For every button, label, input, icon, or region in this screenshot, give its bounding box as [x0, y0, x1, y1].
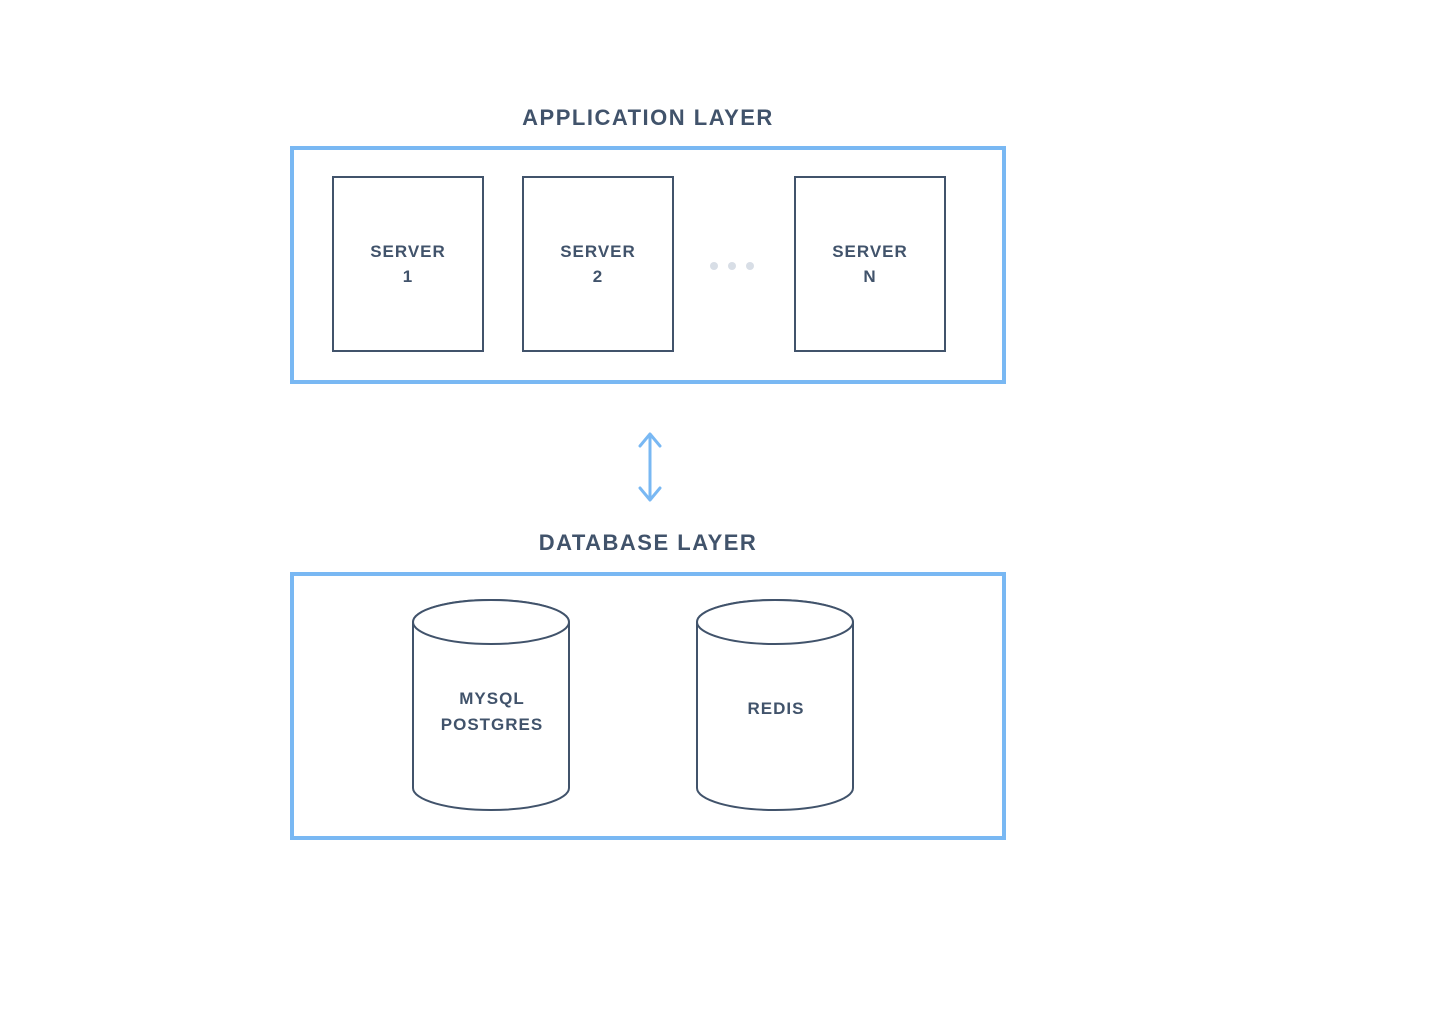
database-layer-box: MYSQL POSTGRES REDIS [290, 572, 1006, 840]
server-1-box: SERVER 1 [332, 176, 484, 352]
ellipsis-icon [710, 262, 754, 270]
server-n-label: SERVER N [832, 239, 908, 290]
bidirectional-arrow-icon [636, 428, 664, 511]
application-layer-title: APPLICATION LAYER [290, 105, 1006, 131]
database-layer-title: DATABASE LAYER [290, 530, 1006, 556]
server-2-box: SERVER 2 [522, 176, 674, 352]
application-layer-box: SERVER 1 SERVER 2 SERVER N [290, 146, 1006, 384]
architecture-diagram: APPLICATION LAYER SERVER 1 SERVER 2 SERV… [0, 0, 1440, 1024]
server-2-label: SERVER 2 [560, 239, 636, 290]
database-label-redis: REDIS [696, 696, 856, 722]
database-label-mysql: MYSQL POSTGRES [412, 686, 572, 737]
server-n-box: SERVER N [794, 176, 946, 352]
server-1-label: SERVER 1 [370, 239, 446, 290]
